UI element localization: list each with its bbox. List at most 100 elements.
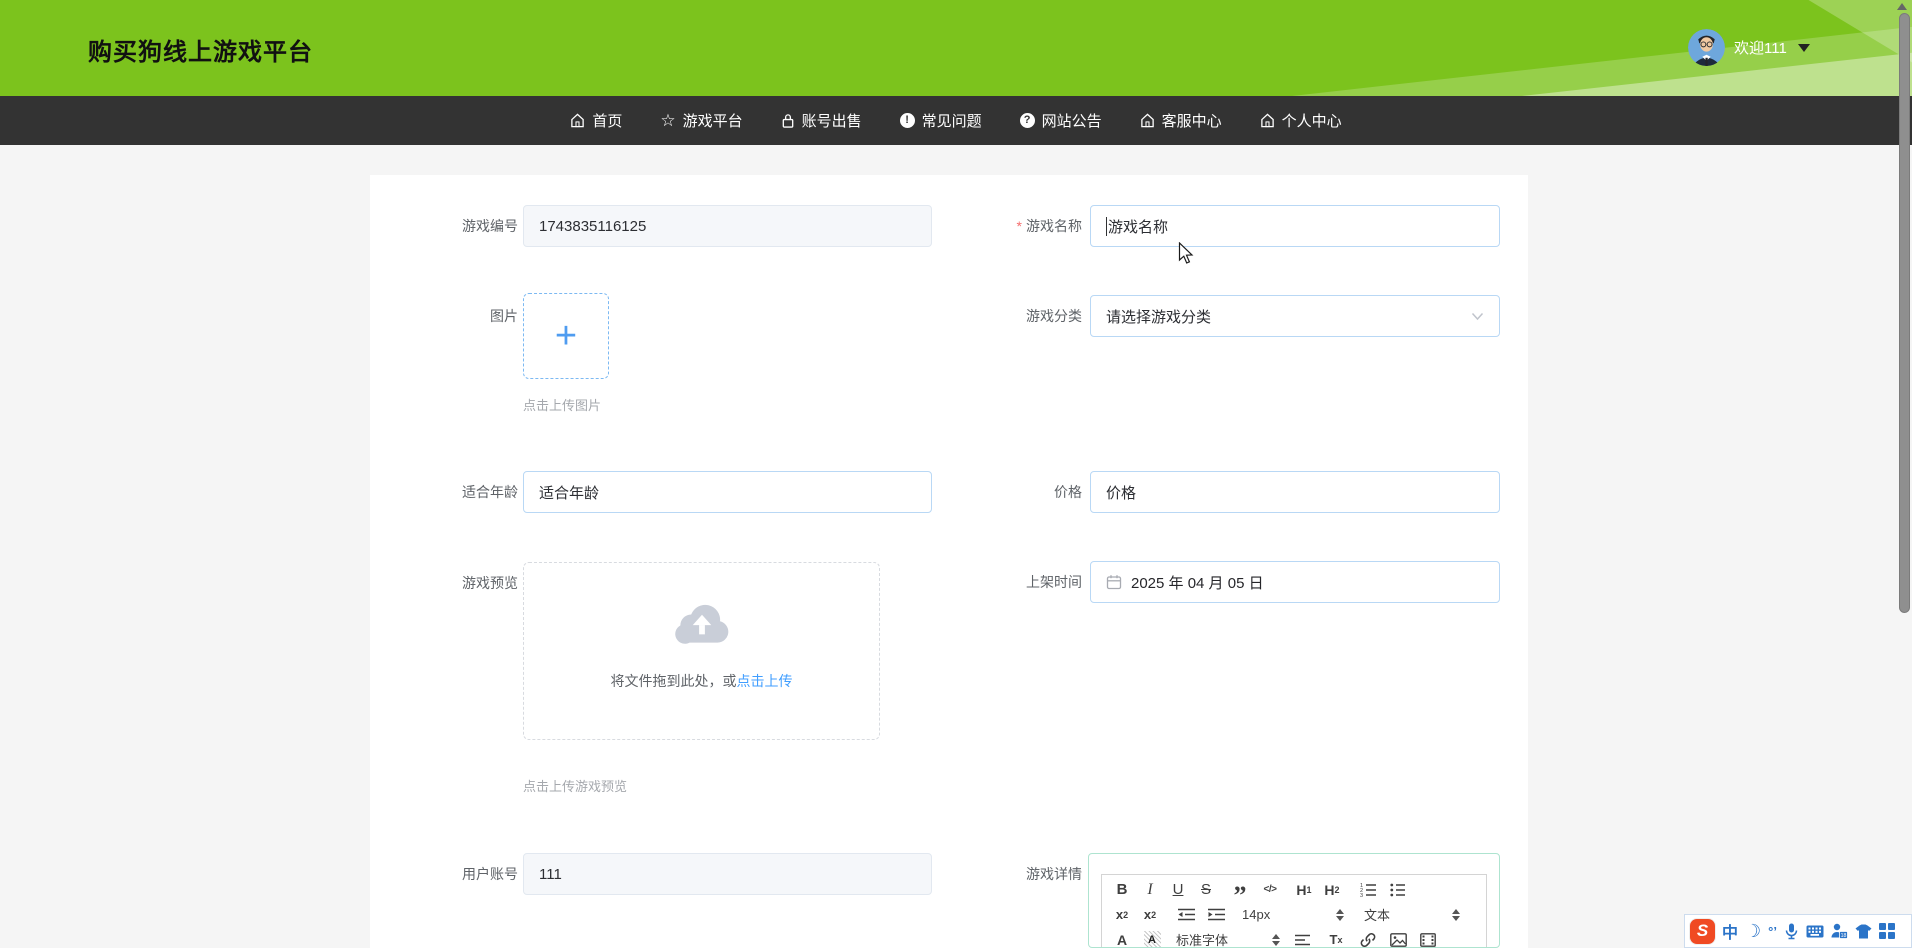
blockquote-button[interactable]: ” <box>1230 878 1250 902</box>
heading2-button[interactable]: H2 <box>1322 878 1342 902</box>
h2-glyph: H <box>1324 882 1334 898</box>
age-input[interactable]: 适合年龄 <box>523 471 932 513</box>
font-family-value: 标准字体 <box>1176 930 1228 948</box>
image-button[interactable] <box>1388 928 1408 948</box>
drop-text: 将文件拖到此处，或 <box>611 673 737 689</box>
format-select[interactable]: 文本 <box>1364 905 1460 924</box>
clear-t: T <box>1330 932 1338 947</box>
sogou-logo-icon[interactable]: S <box>1690 919 1715 944</box>
nav-item-account-sale[interactable]: 账号出售 <box>781 110 862 131</box>
game-name-label: *游戏名称 <box>930 205 1082 247</box>
scrollbar-thumb[interactable] <box>1899 13 1910 613</box>
skin-shirt-icon[interactable] <box>1855 924 1872 939</box>
preview-dropzone[interactable]: 将文件拖到此处，或点击上传 <box>523 562 880 740</box>
category-select[interactable]: 请选择游戏分类 <box>1090 295 1500 337</box>
svg-text:3: 3 <box>1360 893 1363 897</box>
font-color-button[interactable]: A <box>1112 928 1132 948</box>
required-asterisk: * <box>1017 218 1022 234</box>
font-size-select[interactable]: 14px <box>1242 907 1344 922</box>
main-nav: 首页 ☆ 游戏平台 账号出售 ! 常见问题 ? 网站公告 客服中心 <box>0 96 1912 145</box>
sup-base: x <box>1144 907 1151 922</box>
exclamation-circle-icon: ! <box>900 113 915 128</box>
nav-item-faq[interactable]: ! 常见问题 <box>900 110 982 131</box>
price-label: 价格 <box>930 471 1082 513</box>
italic-button[interactable]: I <box>1140 878 1160 902</box>
video-button[interactable] <box>1418 928 1438 948</box>
category-label: 游戏分类 <box>930 295 1082 337</box>
user-badge-icon[interactable]: 18 <box>1831 923 1848 939</box>
h1-glyph: H <box>1296 882 1306 898</box>
clear-x: x <box>1337 935 1342 945</box>
plus-icon: + <box>555 317 577 355</box>
price-value: 价格 <box>1106 482 1136 503</box>
user-center-icon <box>1260 113 1275 128</box>
star-icon: ☆ <box>660 112 675 129</box>
highlight-button[interactable]: A <box>1142 928 1162 948</box>
game-id-value: 1743835116125 <box>539 218 646 235</box>
preview-label: 游戏预览 <box>390 562 518 604</box>
more-tools-icon[interactable] <box>1879 923 1895 939</box>
scrollbar-up-arrow[interactable] <box>1897 3 1907 10</box>
keyboard-icon[interactable] <box>1806 925 1824 938</box>
detail-editor[interactable]: B I U S ” </> H1 H2 123 x2 <box>1088 853 1500 948</box>
nav-item-customer-service[interactable]: 客服中心 <box>1140 110 1222 131</box>
nav-item-personal-center[interactable]: 个人中心 <box>1260 110 1342 131</box>
image-upload-hint: 点击上传图片 <box>523 395 601 414</box>
click-upload-link[interactable]: 点击上传 <box>737 673 793 689</box>
age-value: 适合年龄 <box>539 482 599 503</box>
ime-toolbar: S 中 ☽ °’ 18 <box>1684 914 1912 948</box>
chevron-down-icon <box>1798 44 1810 52</box>
ordered-list-button[interactable]: 123 <box>1358 878 1378 902</box>
sup-mark: 2 <box>1151 910 1156 920</box>
bullet-list-button[interactable] <box>1388 878 1408 902</box>
text-caret <box>1106 217 1107 236</box>
updown-arrows-icon <box>1336 909 1344 921</box>
screen: 购买狗线上游戏平台 欢迎111 <box>0 0 1912 948</box>
link-button[interactable] <box>1358 928 1378 948</box>
sub-base: x <box>1116 907 1123 922</box>
price-input[interactable]: 价格 <box>1090 471 1500 513</box>
game-id-label: 游戏编号 <box>390 205 518 247</box>
calendar-icon <box>1106 574 1122 590</box>
question-circle-icon: ? <box>1020 113 1035 128</box>
indent-button[interactable] <box>1206 903 1226 927</box>
h2-sub: 2 <box>1335 885 1340 895</box>
account-input[interactable]: 111 <box>523 853 932 895</box>
microphone-icon[interactable] <box>1784 923 1799 940</box>
bold-button[interactable]: B <box>1112 878 1132 902</box>
outdent-button[interactable] <box>1176 903 1196 927</box>
game-name-input[interactable]: 游戏名称 <box>1090 205 1500 247</box>
account-value: 111 <box>539 866 562 883</box>
avatar[interactable] <box>1688 29 1725 66</box>
nav-item-announcements[interactable]: ? 网站公告 <box>1020 110 1102 131</box>
ime-language-mode[interactable]: 中 <box>1722 919 1738 943</box>
h1-sub: 1 <box>1307 885 1312 895</box>
code-button[interactable]: </> <box>1260 878 1280 902</box>
superscript-button[interactable]: x2 <box>1140 903 1160 927</box>
moon-icon[interactable]: ☽ <box>1745 921 1761 942</box>
game-id-input[interactable]: 1743835116125 <box>523 205 932 247</box>
heading1-button[interactable]: H1 <box>1294 878 1314 902</box>
service-center-icon <box>1140 113 1155 128</box>
nav-item-game-platform[interactable]: ☆ 游戏平台 <box>660 110 742 131</box>
nav-item-label: 网站公告 <box>1042 110 1102 131</box>
home-icon <box>570 113 585 128</box>
nav-item-label: 首页 <box>592 110 622 131</box>
game-name-value: 游戏名称 <box>1108 216 1168 237</box>
strikethrough-button[interactable]: S <box>1196 878 1216 902</box>
welcome-text: 欢迎111 <box>1734 37 1787 58</box>
nav-item-home[interactable]: 首页 <box>570 110 622 131</box>
clear-format-button[interactable]: Tx <box>1326 928 1346 948</box>
launch-date-input[interactable]: 2025 年 04 月 05 日 <box>1090 561 1500 603</box>
user-menu[interactable]: 欢迎111 <box>1688 29 1810 66</box>
underline-button[interactable]: U <box>1168 878 1188 902</box>
font-family-select[interactable]: 标准字体 <box>1176 930 1280 948</box>
align-button[interactable] <box>1292 928 1312 948</box>
game-edit-form: 游戏编号 1743835116125 *游戏名称 游戏名称 图片 + 点击上传图… <box>370 175 1528 948</box>
punctuation-icon[interactable]: °’ <box>1768 924 1777 939</box>
image-upload-button[interactable]: + <box>523 293 609 379</box>
category-placeholder: 请选择游戏分类 <box>1106 306 1211 327</box>
subscript-button[interactable]: x2 <box>1112 903 1132 927</box>
nav-item-label: 游戏平台 <box>683 110 743 131</box>
header: 购买狗线上游戏平台 欢迎111 <box>0 0 1912 96</box>
